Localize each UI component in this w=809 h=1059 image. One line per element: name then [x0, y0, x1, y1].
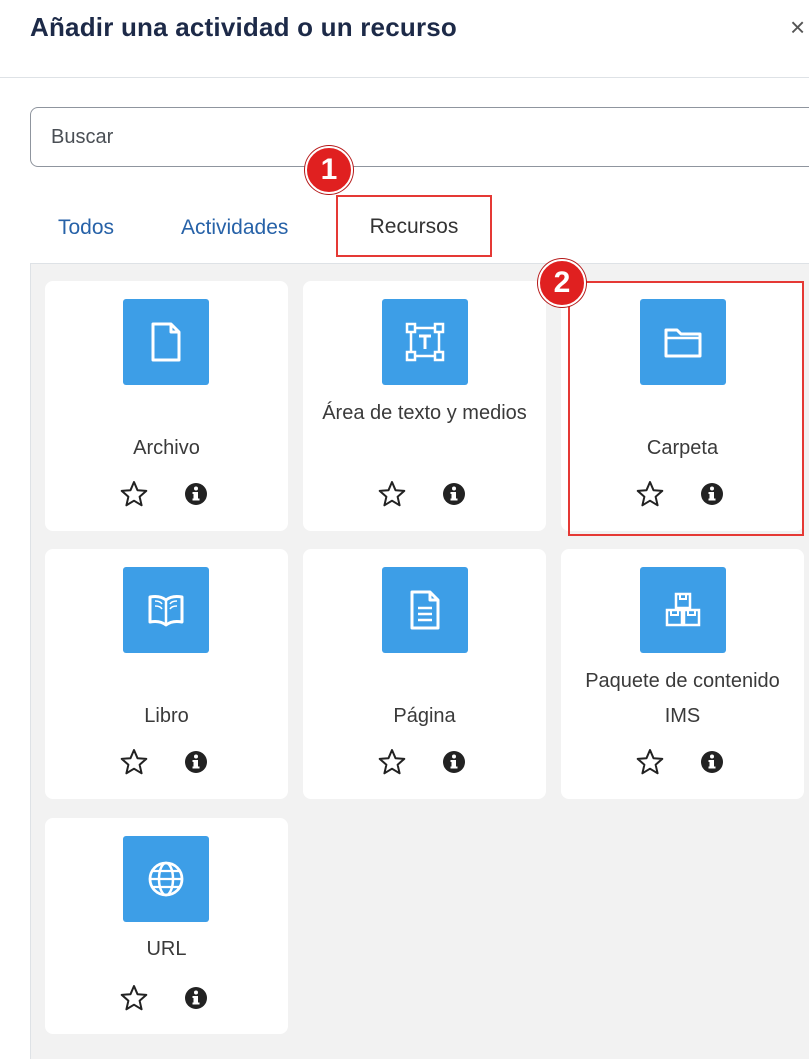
resource-grid: Archivo Área de texto y medios Carpeta L… [30, 263, 809, 1059]
item-icon-box [640, 299, 726, 385]
item-card-archivo[interactable]: Archivo [45, 281, 288, 531]
info-icon[interactable] [697, 747, 727, 777]
star-icon[interactable] [119, 479, 149, 509]
item-actions [45, 479, 288, 511]
item-label: Área de texto y medios [322, 402, 527, 424]
tab-activities[interactable]: Actividades [181, 216, 288, 240]
item-actions [45, 983, 288, 1015]
item-card-area-texto-medios[interactable]: Área de texto y medios [303, 281, 546, 531]
info-icon[interactable] [181, 747, 211, 777]
info-icon[interactable] [181, 479, 211, 509]
item-label: Archivo [133, 437, 200, 459]
item-actions [561, 747, 804, 779]
search-input[interactable] [30, 107, 809, 167]
tab-resources-label: Recursos [369, 215, 459, 238]
book-icon [148, 594, 184, 627]
item-icon-box [382, 299, 468, 385]
modal-title: Añadir una actividad o un recurso [30, 12, 458, 42]
item-label: Página [393, 705, 456, 727]
info-icon[interactable] [697, 479, 727, 509]
file-icon [151, 322, 181, 362]
tab-all[interactable]: Todos [58, 216, 114, 240]
info-icon[interactable] [181, 983, 211, 1013]
item-card-carpeta[interactable]: Carpeta [561, 281, 804, 531]
text-area-icon [405, 322, 445, 362]
item-icon-box [382, 567, 468, 653]
item-card-url[interactable]: URL [45, 818, 288, 1034]
modal-header: Añadir una actividad o un recurso × [0, 0, 809, 78]
star-icon[interactable] [377, 479, 407, 509]
item-label-text: Libro [144, 705, 189, 727]
annotation-callout-1: 1 [305, 146, 353, 194]
item-actions [303, 747, 546, 779]
item-actions [303, 479, 546, 511]
item-icon-box [640, 567, 726, 653]
info-icon[interactable] [439, 747, 469, 777]
item-label: URL [146, 938, 187, 960]
item-card-paquete-ims[interactable]: Paquete de contenido IMS [561, 549, 804, 799]
folder-icon [664, 328, 702, 358]
item-card-libro[interactable]: Libro [45, 549, 288, 799]
annotation-callout-2: 2 [538, 259, 586, 307]
globe-icon [148, 861, 184, 897]
ims-package-icon [665, 592, 701, 627]
item-icon-box [123, 836, 209, 922]
item-card-pagina[interactable]: Página [303, 549, 546, 799]
star-icon[interactable] [377, 747, 407, 777]
tab-resources[interactable]: Recursos [336, 195, 492, 257]
item-icon-box [123, 567, 209, 653]
item-actions [561, 479, 804, 511]
star-icon[interactable] [119, 747, 149, 777]
star-icon[interactable] [635, 747, 665, 777]
page-icon [410, 590, 440, 630]
star-icon[interactable] [119, 983, 149, 1013]
close-button[interactable]: × [790, 12, 805, 43]
star-icon[interactable] [635, 479, 665, 509]
chooser-tabs: Todos Actividades Recursos [30, 190, 809, 262]
info-icon[interactable] [439, 479, 469, 509]
item-label: Carpeta [646, 437, 719, 459]
item-label: Paquete de contenido IMS [585, 670, 780, 727]
item-actions [45, 747, 288, 779]
item-icon-box [123, 299, 209, 385]
add-activity-modal: Añadir una actividad o un recurso × Todo… [0, 0, 809, 1059]
